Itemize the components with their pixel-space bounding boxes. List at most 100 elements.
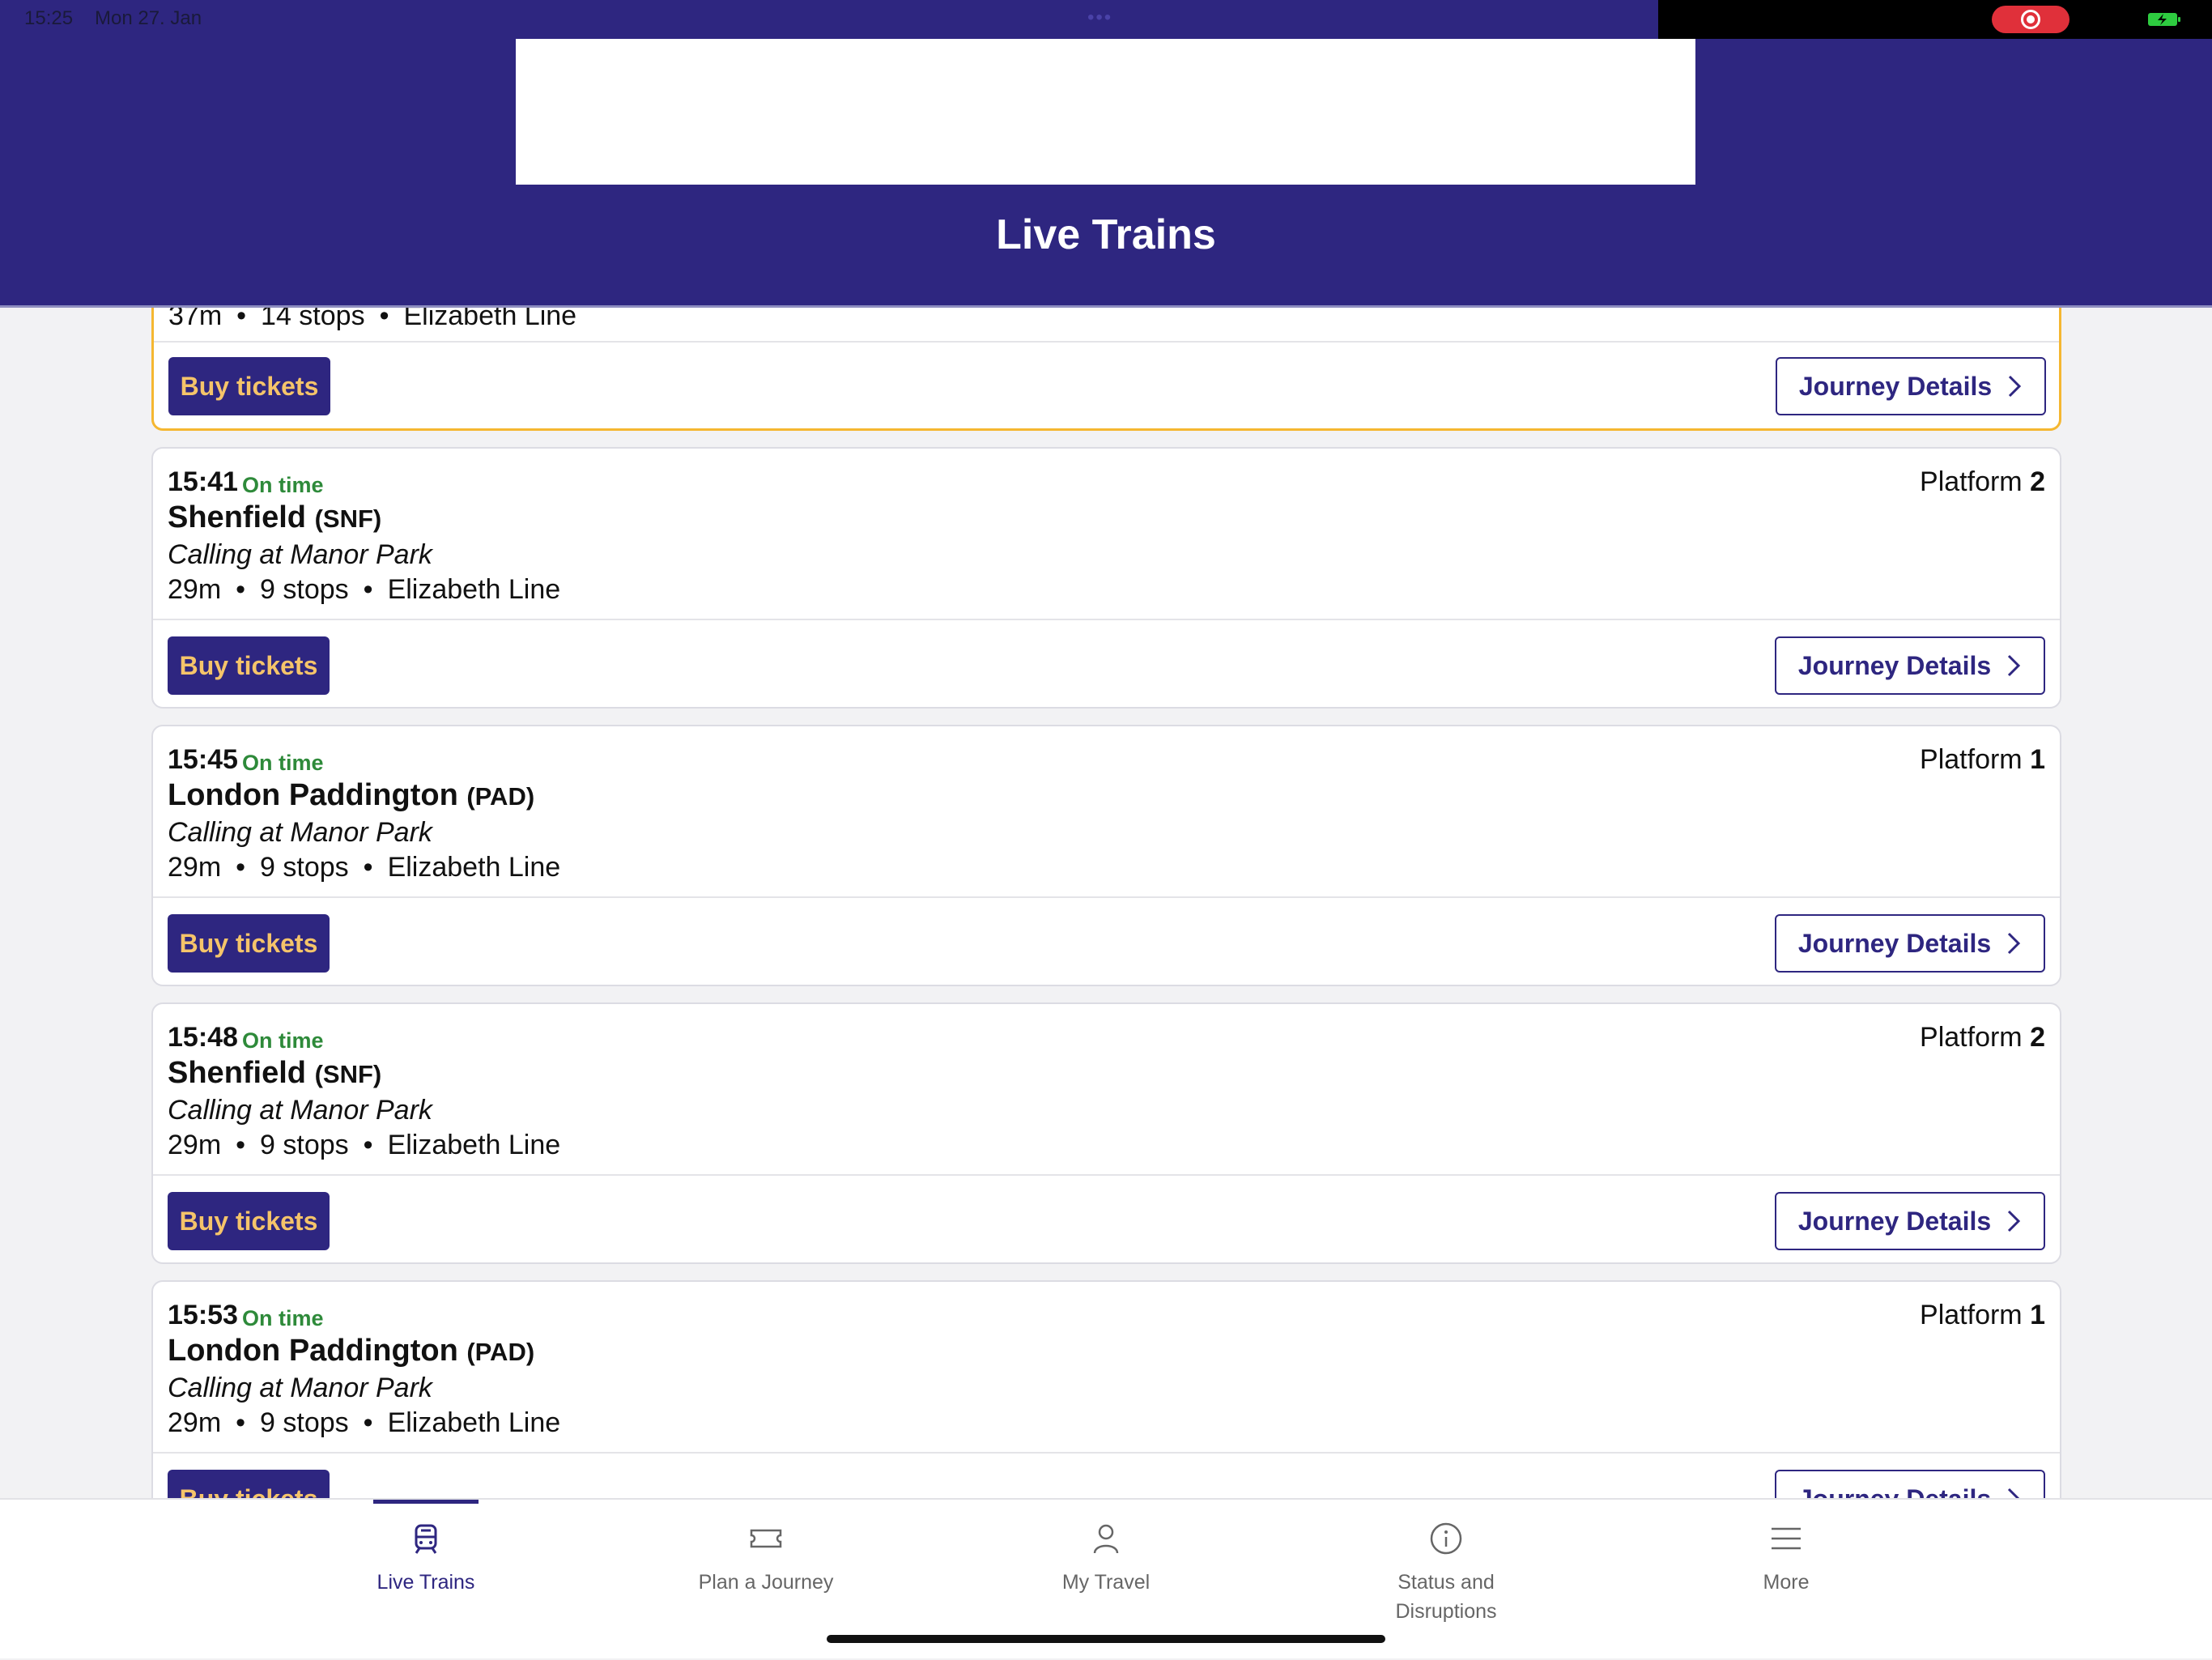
status-bar-right-area [1658, 0, 2212, 39]
page-title: Live Trains [996, 211, 1216, 258]
station-code: (PAD) [466, 1338, 535, 1366]
status-date: Mon 27. Jan [95, 7, 202, 29]
train-card-actions: Buy tickets Journey Details [154, 343, 2059, 428]
journey-details-button[interactable]: Journey Details [1775, 1192, 2045, 1250]
buy-tickets-button[interactable]: Buy tickets [168, 636, 330, 695]
departure-time: 15:41 [168, 466, 238, 497]
stops-count: 9 stops [260, 574, 349, 605]
duration: 29m [168, 1130, 222, 1160]
menu-icon [1772, 1527, 1801, 1550]
chevron-right-icon [2008, 1210, 2021, 1232]
status-badge: On time [242, 1306, 324, 1330]
platform-number: 2 [2030, 466, 2045, 497]
line-name: Elizabeth Line [387, 1130, 561, 1160]
calling-at: Calling at Manor Park [168, 817, 432, 848]
destination-name: London Paddington [168, 778, 458, 812]
duration: 29m [168, 1407, 222, 1438]
calling-at: Calling at Manor Park [168, 1373, 432, 1403]
tab-label: My Travel [1061, 1571, 1151, 1594]
journey-details-label: Journey Details [1797, 928, 1992, 958]
train-card-actions: Buy tickets Journey Details [153, 1176, 2060, 1262]
train-card-actions: Buy tickets Journey Details [153, 620, 2060, 707]
station-code: (SNF) [314, 504, 382, 533]
status-badge: On time [242, 751, 324, 775]
train-card[interactable]: 15:48 On time Platform 2 Shenfield (SNF)… [151, 1002, 2061, 1264]
person-icon [1093, 1524, 1119, 1554]
separator-dot: • [363, 574, 373, 605]
ticket-icon [750, 1529, 782, 1548]
journey-details-button[interactable]: Journey Details [1775, 914, 2045, 973]
separator-dot: • [236, 574, 246, 605]
separator-dot: • [236, 1130, 246, 1160]
station-code: (SNF) [314, 1060, 382, 1088]
platform-info: Platform 2 [1920, 466, 2045, 498]
info-icon [1430, 1522, 1462, 1555]
journey-details-label: Journey Details [1797, 1206, 1992, 1236]
app-header: Live Trains [0, 39, 2212, 308]
chevron-right-icon [2009, 375, 2022, 398]
line-name: Elizabeth Line [387, 574, 561, 605]
tab-live-trains[interactable]: Live Trains [304, 1500, 547, 1660]
buy-tickets-button[interactable]: Buy tickets [168, 357, 330, 415]
separator-dot: • [236, 1407, 246, 1438]
journey-details-label: Journey Details [1797, 650, 1992, 680]
line-name: Elizabeth Line [387, 1407, 561, 1438]
separator-dot: • [236, 852, 246, 883]
journey-details-button[interactable]: Journey Details [1775, 636, 2045, 695]
tab-label: Live Trains [376, 1571, 475, 1594]
separator-dot: • [363, 852, 373, 883]
platform-label: Platform [1920, 1300, 2023, 1330]
journey-details-button[interactable]: Journey Details [1776, 357, 2046, 415]
record-icon [2021, 10, 2040, 29]
platform-label: Platform [1920, 466, 2023, 497]
train-card-top: 15:48 On time Platform 2 Shenfield (SNF)… [153, 1004, 2060, 1176]
journey-meta: 29m • 9 stops • Elizabeth Line [168, 574, 560, 606]
status-badge: On time [242, 473, 324, 497]
separator-dot: • [363, 1130, 373, 1160]
home-indicator[interactable] [827, 1635, 1385, 1643]
calling-at: Calling at Manor Park [168, 539, 432, 570]
stops-count: 9 stops [260, 1130, 349, 1160]
journey-details-label: Journey Details [1798, 371, 1993, 401]
platform-number: 1 [2030, 1300, 2045, 1330]
departure-time: 15:53 [168, 1300, 238, 1330]
journey-meta: 29m • 9 stops • Elizabeth Line [168, 1407, 560, 1439]
platform-info: Platform 2 [1920, 1022, 2045, 1053]
train-card-top: 15:41 On time Platform 2 Shenfield (SNF)… [153, 449, 2060, 620]
departure-time: 15:48 [168, 1022, 238, 1053]
screen-recording-indicator[interactable] [1992, 6, 2069, 33]
station-code: (PAD) [466, 782, 535, 811]
tab-label: Plan a Journey [698, 1571, 834, 1594]
platform-info: Platform 1 [1920, 744, 2045, 776]
header-banner [516, 39, 1695, 185]
train-card[interactable]: 15:41 On time Platform 2 Shenfield (SNF)… [151, 447, 2061, 709]
multitasking-dots[interactable]: ••• [1087, 6, 1112, 29]
tab-label: Status and Disruptions [1395, 1571, 1497, 1623]
tab-more[interactable]: More [1665, 1500, 1908, 1660]
status-time: 15:25 [24, 7, 74, 29]
duration: 29m [168, 574, 222, 605]
platform-number: 2 [2030, 1022, 2045, 1053]
destination: London Paddington (PAD) [168, 1334, 534, 1368]
train-icon [415, 1524, 437, 1554]
platform-label: Platform [1920, 1022, 2023, 1053]
active-tab-indicator [373, 1500, 479, 1504]
train-card[interactable]: 15:45 On time Platform 1 London Paddingt… [151, 725, 2061, 986]
platform-label: Platform [1920, 744, 2023, 775]
train-card-actions: Buy tickets Journey Details [153, 898, 2060, 985]
chevron-right-icon [2008, 654, 2021, 677]
stops-count: 9 stops [260, 1407, 349, 1438]
buy-tickets-button[interactable]: Buy tickets [168, 1192, 330, 1250]
journey-meta: 29m • 9 stops • Elizabeth Line [168, 1130, 560, 1161]
calling-at: Calling at Manor Park [168, 1095, 432, 1126]
status-badge: On time [242, 1028, 324, 1053]
battery-charging-icon [2148, 13, 2180, 26]
separator-dot: • [363, 1407, 373, 1438]
destination: London Paddington (PAD) [168, 778, 534, 813]
train-card-top: 15:45 On time Platform 1 London Paddingt… [153, 726, 2060, 898]
destination-name: Shenfield [168, 1056, 307, 1090]
buy-tickets-button[interactable]: Buy tickets [168, 914, 330, 973]
destination: Shenfield (SNF) [168, 500, 381, 535]
status-bar: 15:25 Mon 27. Jan ••• [0, 0, 2212, 39]
journey-meta: 29m • 9 stops • Elizabeth Line [168, 852, 560, 883]
